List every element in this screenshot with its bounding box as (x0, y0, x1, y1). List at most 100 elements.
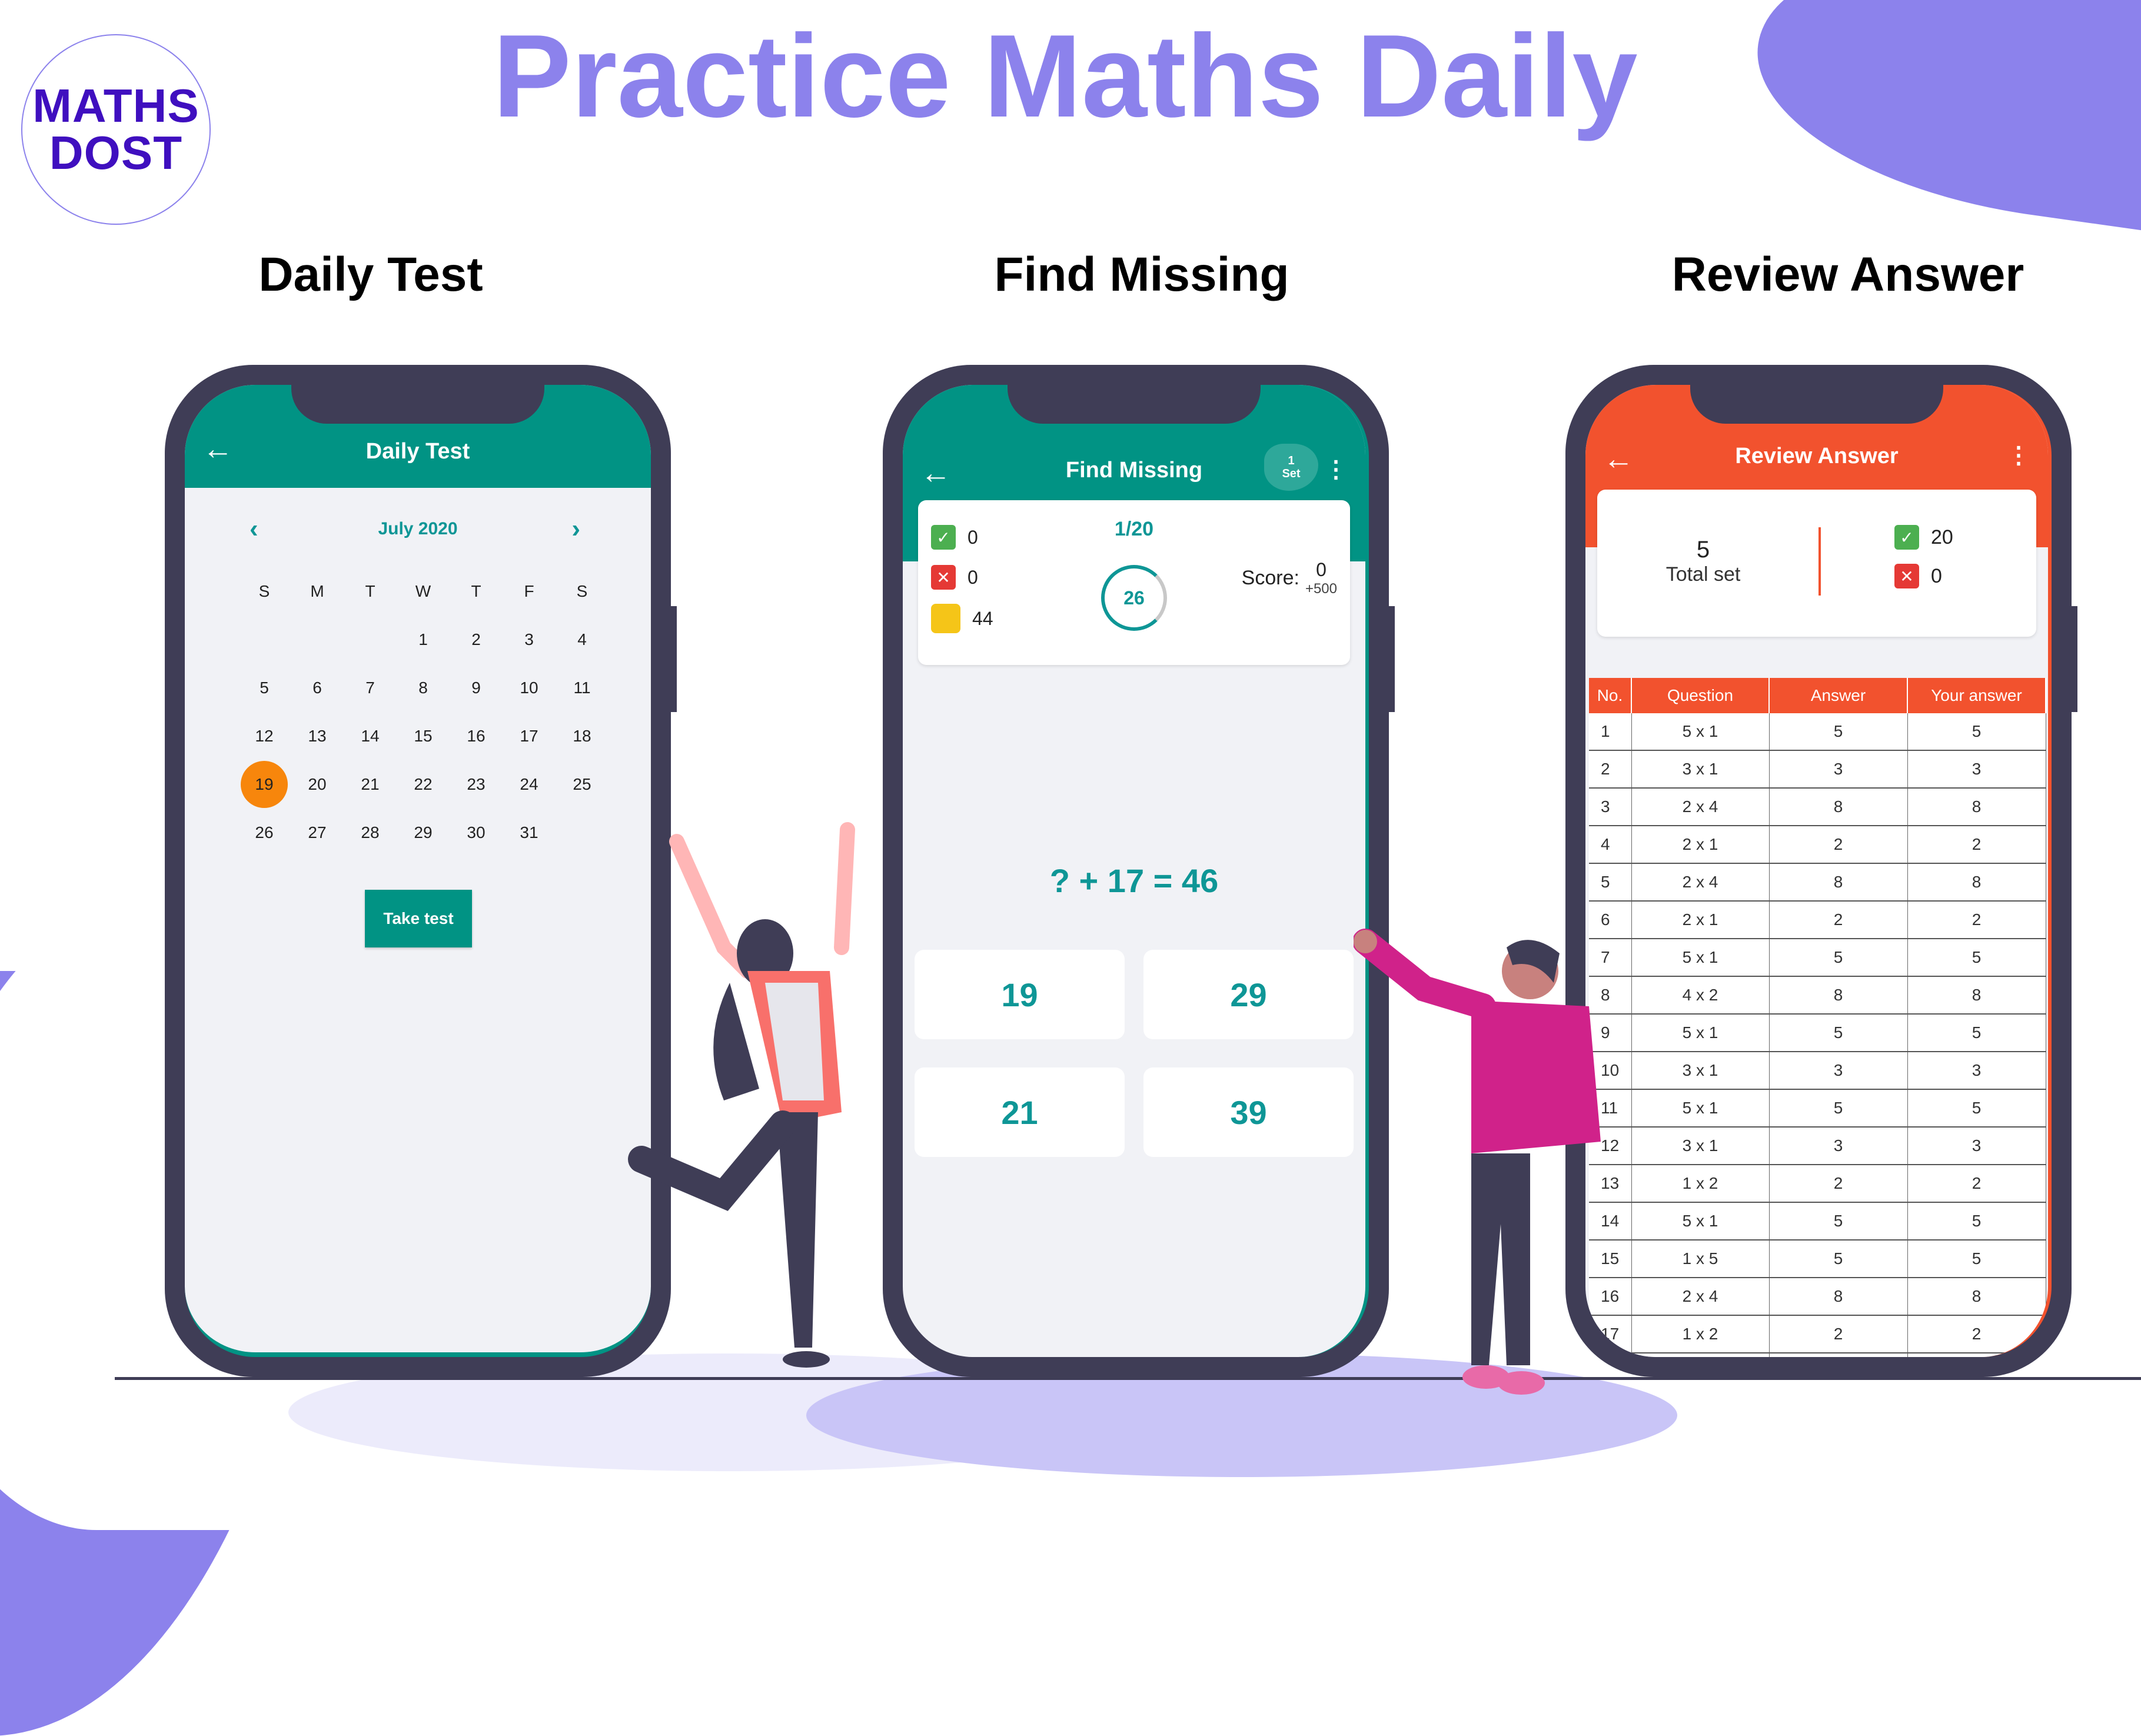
score-bonus: +500 (1305, 581, 1337, 597)
calendar-day[interactable]: 22 (397, 760, 450, 809)
calendar-day[interactable]: 28 (344, 809, 397, 857)
phone-notch (1008, 385, 1261, 424)
table-cell: 3 x 1 (1631, 750, 1770, 789)
calendar-day-number: 23 (467, 775, 486, 793)
phone-side-button (2069, 606, 2077, 712)
calendar-empty-cell (238, 616, 291, 664)
table-cell: 1 (1589, 713, 1632, 751)
calendar-day-number: 7 (365, 679, 375, 697)
calendar-day[interactable]: 14 (344, 712, 397, 760)
table-cell: 5 (1907, 1202, 2046, 1241)
calendar-day[interactable]: 24 (503, 760, 556, 809)
calendar-day[interactable]: 31 (503, 809, 556, 857)
summary-divider (1818, 527, 1821, 596)
calendar-day[interactable]: 9 (450, 664, 503, 712)
weekday-label: T (471, 582, 481, 600)
calendar-day-number: 1 (418, 630, 428, 648)
table-cell: 2 (1907, 1315, 2046, 1353)
phone-find-missing: ← Find Missing 1 Set ⋮ ✓ 0 ✕ 0 44 1/20 2… (883, 365, 1395, 1377)
calendar-day[interactable]: 7 (344, 664, 397, 712)
calendar-day[interactable]: 2 (450, 616, 503, 664)
calendar-day-number: 31 (520, 823, 538, 842)
answer-options: 19 29 21 39 (915, 950, 1354, 1157)
section-title-find-missing: Find Missing (994, 248, 1289, 301)
calendar-day[interactable]: 25 (556, 760, 609, 809)
calendar-day-number: 2 (471, 630, 481, 648)
review-answer-screen: ← Review Answer ⋮ 5 Total set ✓ 20 ✕ 0 N… (1585, 385, 2052, 1357)
table-cell: 5 x 1 (1631, 1089, 1770, 1128)
calendar-day[interactable]: 20 (291, 760, 344, 809)
calendar-day[interactable]: 12 (238, 712, 291, 760)
table-cell: 8 (1907, 788, 2046, 826)
calendar-day-number: 24 (520, 775, 538, 793)
set-badge[interactable]: 1 Set (1264, 444, 1318, 491)
phone-notch (1690, 385, 1943, 424)
weekday-label: T (365, 582, 375, 600)
calendar-day-number: 6 (312, 679, 322, 697)
calendar-empty-cell (291, 616, 344, 664)
calendar-day[interactable]: 21 (344, 760, 397, 809)
phone-review-answer: ← Review Answer ⋮ 5 Total set ✓ 20 ✕ 0 N… (1565, 365, 2077, 1377)
table-row: 62 x 122 (1589, 901, 2046, 939)
table-row: 15 1 x 555 (1589, 1240, 2046, 1278)
calendar-day-number: 3 (524, 630, 534, 648)
calendar-day[interactable]: 18 (556, 712, 609, 760)
daily-test-screen: ← Daily Test ‹ July 2020 › SMTWTFS123456… (185, 385, 651, 1357)
table-cell: 2 (1769, 1165, 1908, 1203)
table-cell: 3 (1907, 1052, 2046, 1090)
table-cell: 1 x 2 (1631, 1315, 1770, 1353)
score-display: Score: 0 +500 (1242, 559, 1337, 597)
calendar-day[interactable]: 3 (503, 616, 556, 664)
answer-option[interactable]: 21 (915, 1067, 1125, 1157)
more-vert-icon[interactable]: ⋮ (2007, 444, 2030, 467)
chevron-right-icon[interactable]: › (571, 514, 580, 544)
calendar-day[interactable]: 27 (291, 809, 344, 857)
check-icon: ✓ (1894, 525, 1919, 550)
appbar-title: Review Answer (1735, 444, 1899, 468)
calendar-day[interactable]: 4 (556, 616, 609, 664)
table-cell: 8 (1769, 1278, 1908, 1316)
total-sets-value: 5 (1696, 537, 1710, 563)
table-row: 16 2 x 488 (1589, 1278, 2046, 1316)
calendar-day-selected[interactable]: 19 (238, 760, 291, 809)
table-row: 42 x 122 (1589, 826, 2046, 864)
table-cell: 5 (1769, 1014, 1908, 1052)
correct-stat: ✓ 20 (1894, 525, 1953, 550)
cross-icon: ✕ (931, 565, 956, 590)
table-cell: 2 x 1 (1631, 826, 1770, 864)
table-cell: 5 x 1 (1631, 939, 1770, 977)
calendar-day[interactable]: 15 (397, 712, 450, 760)
calendar-day-number: 20 (308, 775, 327, 793)
calendar-day[interactable]: 17 (503, 712, 556, 760)
more-vert-icon[interactable]: ⋮ (1324, 458, 1348, 481)
calendar-day[interactable]: 13 (291, 712, 344, 760)
answer-option[interactable]: 39 (1143, 1067, 1354, 1157)
table-cell: 3 x 1 (1631, 1127, 1770, 1165)
table-cell: 2 x 4 (1631, 863, 1770, 902)
table-cell: 5 (1907, 1353, 2046, 1357)
calendar-day[interactable]: 11 (556, 664, 609, 712)
calendar-day[interactable]: 6 (291, 664, 344, 712)
calendar-day[interactable]: 10 (503, 664, 556, 712)
calendar-day-number: 28 (361, 823, 380, 842)
calendar-day[interactable]: 30 (450, 809, 503, 857)
calendar-day[interactable]: 5 (238, 664, 291, 712)
calendar-day[interactable]: 1 (397, 616, 450, 664)
calendar-day[interactable]: 23 (450, 760, 503, 809)
take-test-button[interactable]: Take test (365, 890, 472, 947)
answer-option[interactable]: 19 (915, 950, 1125, 1039)
calendar-day[interactable]: 29 (397, 809, 450, 857)
calendar-day[interactable]: 16 (450, 712, 503, 760)
calendar-day[interactable]: 8 (397, 664, 450, 712)
column-header: No. (1589, 678, 1632, 713)
calendar-day[interactable]: 26 (238, 809, 291, 857)
table-cell: 1 x 5 (1631, 1240, 1770, 1278)
table-cell: 4 (1589, 826, 1632, 864)
calendar-day-number: 29 (414, 823, 433, 842)
table-row: 12 3 x 133 (1589, 1127, 2046, 1165)
table-row: 95 x 155 (1589, 1014, 2046, 1052)
answer-option[interactable]: 29 (1143, 950, 1354, 1039)
calendar-day-number: 19 (241, 761, 288, 808)
maths-dost-logo: MATHS DOST (21, 34, 211, 225)
calendar-grid: S M T W T F S 1 2 3 4 5 6 7 8 9 10 11 12 13 14 15 16 17 18 19 20 21… (238, 567, 609, 857)
